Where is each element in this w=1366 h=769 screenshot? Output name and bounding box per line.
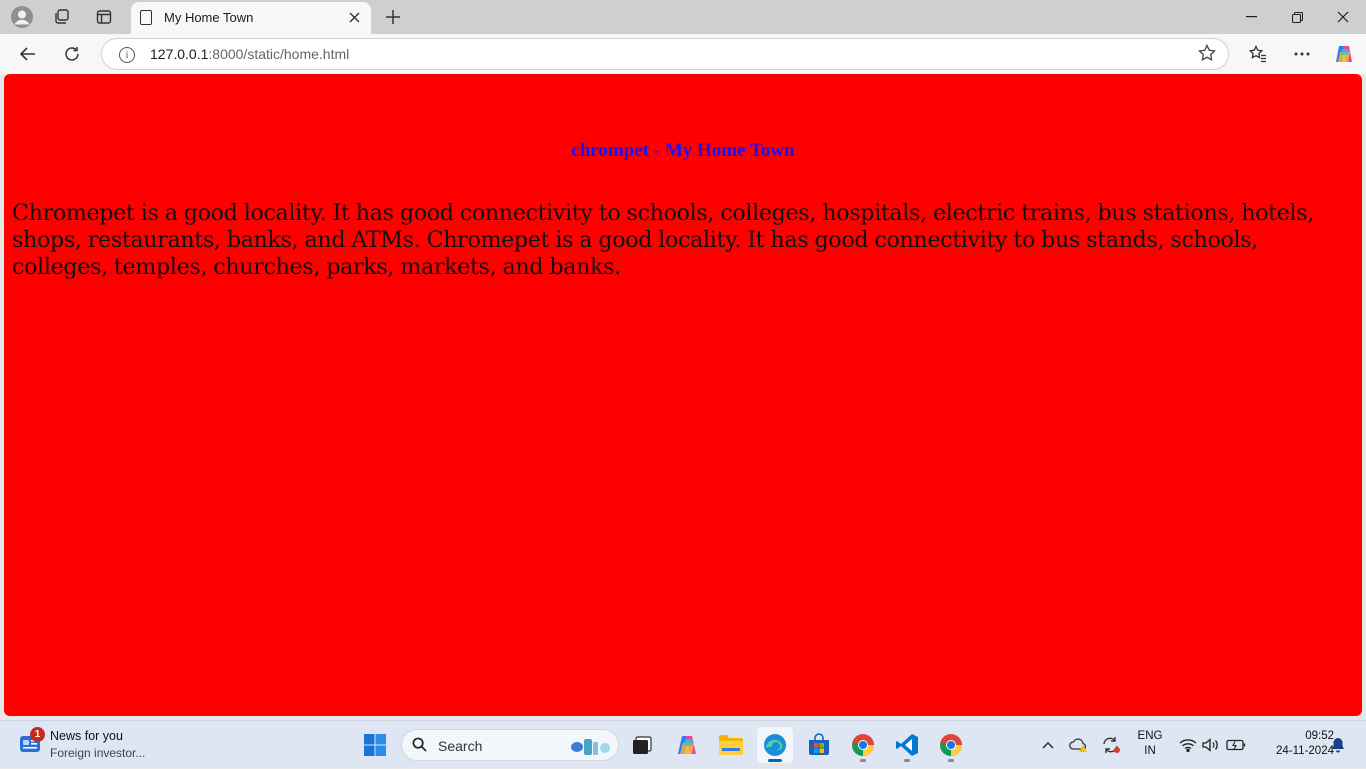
battery-icon[interactable] <box>1225 721 1247 769</box>
url-host: 127.0.0.1 <box>150 46 209 62</box>
back-button[interactable] <box>14 40 42 68</box>
sync-update-icon[interactable] <box>1100 721 1122 769</box>
favorites-icon[interactable] <box>1244 40 1272 68</box>
tab-title: My Home Town <box>164 10 254 25</box>
title-bar: My Home Town <box>0 0 1366 34</box>
running-indicator <box>904 759 910 762</box>
notification-bell-icon[interactable] <box>1330 721 1346 769</box>
start-button[interactable] <box>357 727 393 763</box>
keyboard-region: IN <box>1144 745 1156 757</box>
chrome-icon[interactable] <box>845 727 881 763</box>
copilot-icon[interactable] <box>1330 40 1358 68</box>
close-tab-icon[interactable] <box>345 8 363 26</box>
tab-my-home-town[interactable]: My Home Town <box>131 2 371 34</box>
page-paragraph: Chromepet is a good locality. It has goo… <box>12 200 1315 280</box>
news-subtitle: Foreign investor... <box>50 746 146 760</box>
tab-actions-icon[interactable] <box>91 5 117 29</box>
running-indicator <box>948 759 954 762</box>
workspaces-icon[interactable] <box>49 5 75 29</box>
minimize-button[interactable] <box>1236 5 1266 29</box>
favorite-star-icon[interactable] <box>1198 43 1216 67</box>
microsoft-store-icon[interactable] <box>801 727 837 763</box>
edge-browser-icon[interactable] <box>757 727 793 763</box>
page-icon <box>140 10 152 25</box>
news-notification-badge: 1 <box>30 727 45 742</box>
chrome-profile-icon[interactable] <box>933 727 969 763</box>
url-path: :8000/static/home.html <box>208 46 350 62</box>
vscode-icon[interactable] <box>889 727 925 763</box>
volume-icon[interactable] <box>1201 721 1221 769</box>
search-highlight-icon <box>571 739 610 755</box>
new-tab-button[interactable] <box>381 5 405 29</box>
taskbar: 1 News for you Foreign investor... Searc… <box>0 720 1366 768</box>
task-view-button[interactable] <box>624 727 660 763</box>
clock-time: 09:52 <box>1305 730 1334 742</box>
show-hidden-icons-chevron-icon[interactable] <box>1038 721 1058 769</box>
news-title: News for you <box>50 729 123 743</box>
more-options-icon[interactable] <box>1288 40 1316 68</box>
file-explorer-icon[interactable] <box>713 727 749 763</box>
page-heading: chrompet - My Home Town <box>571 140 795 161</box>
refresh-button[interactable] <box>58 40 86 68</box>
language-code: ENG <box>1137 730 1163 742</box>
copilot-taskbar-icon[interactable] <box>669 727 705 763</box>
url-text: 127.0.0.1:8000/static/home.html <box>150 46 349 62</box>
wifi-icon[interactable] <box>1178 721 1198 769</box>
search-label: Search <box>438 738 483 754</box>
search-icon <box>412 737 427 752</box>
page-viewport: chrompet - My Home Town Chromepet is a g… <box>4 74 1362 716</box>
address-bar[interactable]: i 127.0.0.1:8000/static/home.html <box>101 38 1229 70</box>
restore-button[interactable] <box>1282 5 1312 29</box>
onedrive-warning-icon[interactable] <box>1068 721 1090 769</box>
running-indicator <box>860 759 866 762</box>
active-app-indicator <box>768 759 782 762</box>
language-indicator[interactable]: ENG IN <box>1134 729 1166 759</box>
clock-date: 24-11-2024 <box>1276 745 1334 757</box>
profile-icon[interactable] <box>9 5 35 29</box>
site-info-icon[interactable]: i <box>119 47 135 63</box>
close-window-button[interactable] <box>1328 5 1358 29</box>
browser-toolbar: i 127.0.0.1:8000/static/home.html <box>0 34 1366 74</box>
system-clock[interactable]: 09:52 24-11-2024 <box>1250 729 1334 759</box>
taskbar-search[interactable]: Search <box>401 729 619 761</box>
